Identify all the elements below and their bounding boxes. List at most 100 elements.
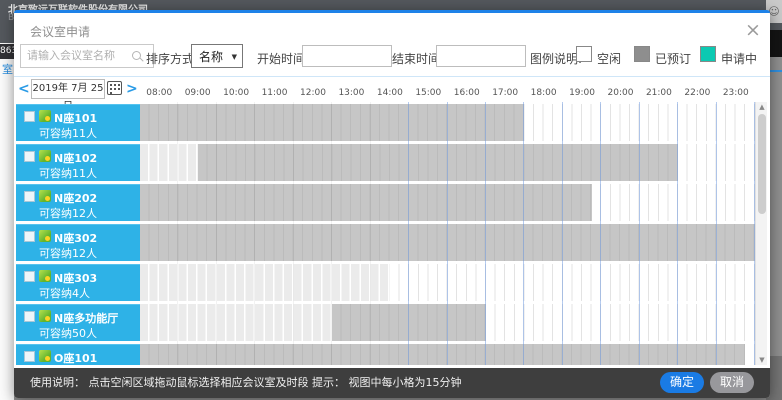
schedule-row[interactable] [140, 344, 755, 365]
search-icon [132, 51, 141, 60]
schedule-row[interactable] [140, 264, 755, 301]
room-name: N座101 [54, 110, 97, 126]
time-label: 19:00 [563, 88, 601, 101]
dialog-title: 会议室申请 [30, 23, 90, 40]
room-capacity: 可容纳50人 [39, 325, 97, 341]
free-past-cells[interactable] [140, 264, 390, 301]
time-label: 21:00 [640, 88, 678, 101]
booked-block [140, 184, 592, 221]
room-checkbox[interactable] [24, 151, 35, 162]
free-future-cells[interactable] [390, 264, 755, 301]
time-label: 11:00 [255, 88, 293, 101]
legend-free-swatch [576, 46, 592, 62]
legend-free-label: 空闲 [597, 50, 621, 67]
room-name: N座102 [54, 150, 97, 166]
room-capacity: 可容纳11人 [39, 165, 97, 181]
room-checkbox[interactable] [24, 191, 35, 202]
time-label: 22:00 [678, 88, 716, 101]
time-label: 17:00 [486, 88, 524, 101]
ok-button[interactable]: 确定 [660, 372, 704, 393]
room-icon [39, 190, 51, 202]
room-name: N座302 [54, 230, 97, 246]
next-day-button[interactable]: > [126, 80, 138, 98]
time-label: 15:00 [409, 88, 447, 101]
room-icon [39, 270, 51, 282]
sort-select-value: 名称 [199, 50, 223, 64]
room-icon [39, 150, 51, 162]
booked-block [140, 344, 745, 365]
room-icon [39, 110, 51, 122]
prev-day-button[interactable]: < [18, 80, 30, 98]
legend-applying-swatch [700, 46, 716, 62]
time-label: 20:00 [601, 88, 639, 101]
time-label: 16:00 [448, 88, 486, 101]
scrollbar[interactable]: ▲ ▼ [755, 102, 767, 365]
room-name: N座多功能厅 [54, 310, 118, 326]
chevron-down-icon: ▼ [232, 45, 237, 69]
dialog-accent-bar [14, 10, 770, 13]
page-blue-edge [770, 70, 782, 72]
schedule-grid[interactable] [140, 102, 755, 365]
room-capacity: 可容纳4人 [39, 285, 90, 301]
time-label: 10:00 [217, 88, 255, 101]
cancel-button[interactable]: 取消 [710, 372, 754, 393]
close-icon[interactable]: × [745, 20, 761, 40]
time-label: 13:00 [332, 88, 370, 101]
schedule-row[interactable] [140, 304, 755, 341]
time-label: 18:00 [524, 88, 562, 101]
room-icon [39, 350, 51, 362]
left-badge: 863 [0, 44, 14, 59]
left-link[interactable]: 室 [2, 61, 13, 77]
room-list: N座101可容纳11人N座102可容纳11人N座202可容纳12人N座302可容… [16, 104, 140, 365]
time-label: 08:00 [140, 88, 178, 101]
room-icon [39, 310, 51, 322]
room-name: O座101 [54, 350, 97, 365]
time-label: 12:00 [294, 88, 332, 101]
room-item[interactable]: N座202可容纳12人 [16, 184, 140, 221]
booked-block [140, 224, 755, 261]
room-checkbox[interactable] [24, 311, 35, 322]
time-label: 14:00 [371, 88, 409, 101]
room-checkbox[interactable] [24, 271, 35, 282]
room-item[interactable]: N座303可容纳4人 [16, 264, 140, 301]
booked-block [198, 144, 678, 181]
room-capacity: 可容纳11人 [39, 125, 97, 141]
room-item[interactable]: O座101 [16, 344, 140, 365]
start-time-input[interactable] [302, 45, 392, 67]
room-item[interactable]: N座302可容纳12人 [16, 224, 140, 261]
grid-rows [140, 104, 755, 365]
schedule-row[interactable] [140, 144, 755, 181]
schedule-row[interactable] [140, 224, 755, 261]
page-left-strip [0, 43, 14, 400]
calendar-icon[interactable] [107, 81, 122, 95]
meeting-room-dialog: 会议室申请 × 排序方式: 名称 ▼ 开始时间: 结束时间: 图例说明: 空闲 … [14, 10, 770, 398]
room-item[interactable]: N座多功能厅可容纳50人 [16, 304, 140, 341]
date-field[interactable]: 2019年 7月 25日 [31, 79, 105, 99]
room-item[interactable]: N座101可容纳11人 [16, 104, 140, 141]
scroll-up-icon[interactable]: ▲ [756, 103, 768, 111]
toolbar-divider [14, 76, 770, 77]
room-checkbox[interactable] [24, 111, 35, 122]
room-item[interactable]: N座102可容纳11人 [16, 144, 140, 181]
legend-applying-label: 申请中 [721, 50, 757, 67]
dialog-footer: 使用说明： 点击空闲区域拖动鼠标选择相应会议室及时段 提示： 视图中每小格为15… [14, 368, 770, 398]
room-capacity: 可容纳12人 [39, 245, 97, 261]
scrollbar-thumb[interactable] [758, 114, 766, 214]
booked-block [332, 304, 486, 341]
room-checkbox[interactable] [24, 231, 35, 242]
room-name: N座202 [54, 190, 97, 206]
time-label: 23:00 [717, 88, 755, 101]
footer-instructions: 使用说明： 点击空闲区域拖动鼠标选择相应会议室及时段 提示： 视图中每小格为15… [30, 368, 461, 398]
sort-select[interactable]: 名称 ▼ [191, 44, 243, 68]
room-icon [39, 230, 51, 242]
legend-booked-swatch [634, 46, 650, 62]
scroll-down-icon[interactable]: ▼ [756, 356, 768, 364]
room-capacity: 可容纳12人 [39, 205, 97, 221]
booked-block [140, 104, 524, 141]
schedule-row[interactable] [140, 104, 755, 141]
time-header: 08:0009:0010:0011:0012:0013:0014:0015:00… [140, 88, 755, 101]
room-checkbox[interactable] [24, 351, 35, 362]
end-time-input[interactable] [436, 45, 526, 67]
room-name: N座303 [54, 270, 97, 286]
schedule-row[interactable] [140, 184, 755, 221]
